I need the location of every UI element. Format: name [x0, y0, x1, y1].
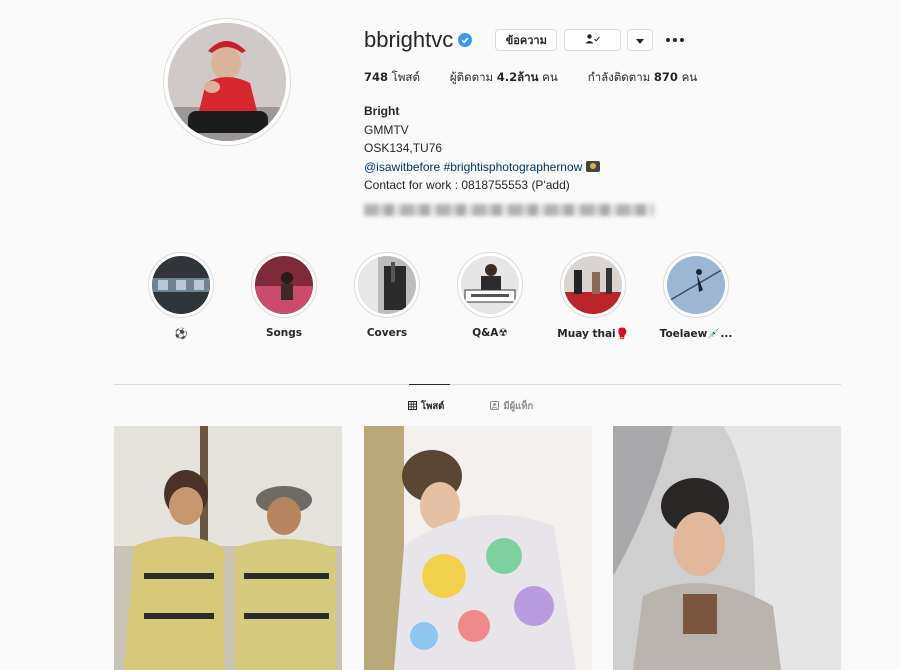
profile-tabs: โพสต์ มีผู้แท็ก [408, 399, 533, 414]
contact-line: Contact for work : 0818755553 (P'add) [364, 178, 570, 192]
profile-avatar[interactable] [163, 18, 291, 146]
message-button[interactable]: ข้อความ [495, 29, 558, 51]
section-divider [114, 384, 841, 385]
active-tab-indicator [409, 384, 450, 385]
username: bbrightvc [364, 27, 454, 52]
profile-stats: 748 โพสต์ ผู้ติดตาม 4.2ล้าน คน กำลังติดต… [364, 69, 697, 87]
highlight-thumbnail [667, 256, 725, 314]
highlight-label: Songs [265, 327, 303, 339]
highlight-thumbnail [461, 256, 519, 314]
highlight-label: Toelaew💉... [659, 328, 733, 340]
profile-header: bbrightvc ข้อความ [364, 27, 685, 52]
following-stat[interactable]: กำลังติดตาม 870 คน [588, 69, 697, 87]
more-options-icon[interactable] [666, 38, 685, 42]
tab-posts-label: โพสต์ [421, 401, 445, 412]
display-name: Bright [364, 104, 400, 118]
posts-stat: 748 โพสต์ [364, 70, 420, 84]
highlight-item[interactable]: Toelaew💉... [645, 252, 747, 340]
bio-line: OSK134,TU76 [364, 141, 443, 155]
highlight-item[interactable]: Q&A☢ [439, 252, 541, 339]
post-thumbnail[interactable] [613, 426, 841, 670]
tab-posts[interactable]: โพสต์ [408, 399, 444, 414]
avatar-image [168, 23, 286, 141]
bio-line: GMMTV [364, 122, 409, 137]
suggested-dropdown-button[interactable] [627, 29, 654, 51]
highlight-thumbnail [152, 256, 210, 314]
highlight-item[interactable]: Muay thai🥊 [542, 252, 644, 340]
highlight-label: ⚽ [174, 328, 188, 340]
highlight-item[interactable]: Covers [336, 252, 438, 339]
bio-links-line: @isawitbefore #brightisphotographernow [364, 158, 601, 177]
verified-badge-icon [458, 33, 473, 47]
tagged-person-icon [490, 400, 500, 413]
following-button[interactable] [564, 29, 622, 51]
post-thumbnail[interactable] [364, 426, 592, 670]
person-check-icon [585, 33, 601, 47]
hashtag-link[interactable]: #brightisphotographernow [444, 160, 583, 174]
blurred-text [364, 204, 654, 216]
post-thumbnail[interactable] [114, 426, 342, 670]
highlight-item[interactable]: ⚽ [130, 252, 232, 340]
highlight-thumbnail [358, 256, 416, 314]
camera-icon [586, 160, 601, 172]
mention-link[interactable]: @isawitbefore [364, 160, 440, 174]
highlight-thumbnail [564, 256, 622, 314]
highlight-item[interactable]: Songs [233, 252, 335, 339]
grid-icon [408, 400, 417, 413]
profile-bio: Bright GMMTV OSK134,TU76 @isawitbefore #… [364, 102, 601, 195]
highlight-label: Muay thai🥊 [557, 328, 629, 340]
tab-tagged-label: มีผู้แท็ก [503, 401, 534, 412]
caret-down-icon [636, 34, 645, 47]
tab-tagged[interactable]: มีผู้แท็ก [490, 399, 533, 414]
highlight-label: Q&A☢ [472, 327, 508, 339]
highlight-thumbnail [255, 256, 313, 314]
highlight-label: Covers [366, 327, 408, 339]
followers-stat[interactable]: ผู้ติดตาม 4.2ล้าน คน [450, 69, 558, 87]
